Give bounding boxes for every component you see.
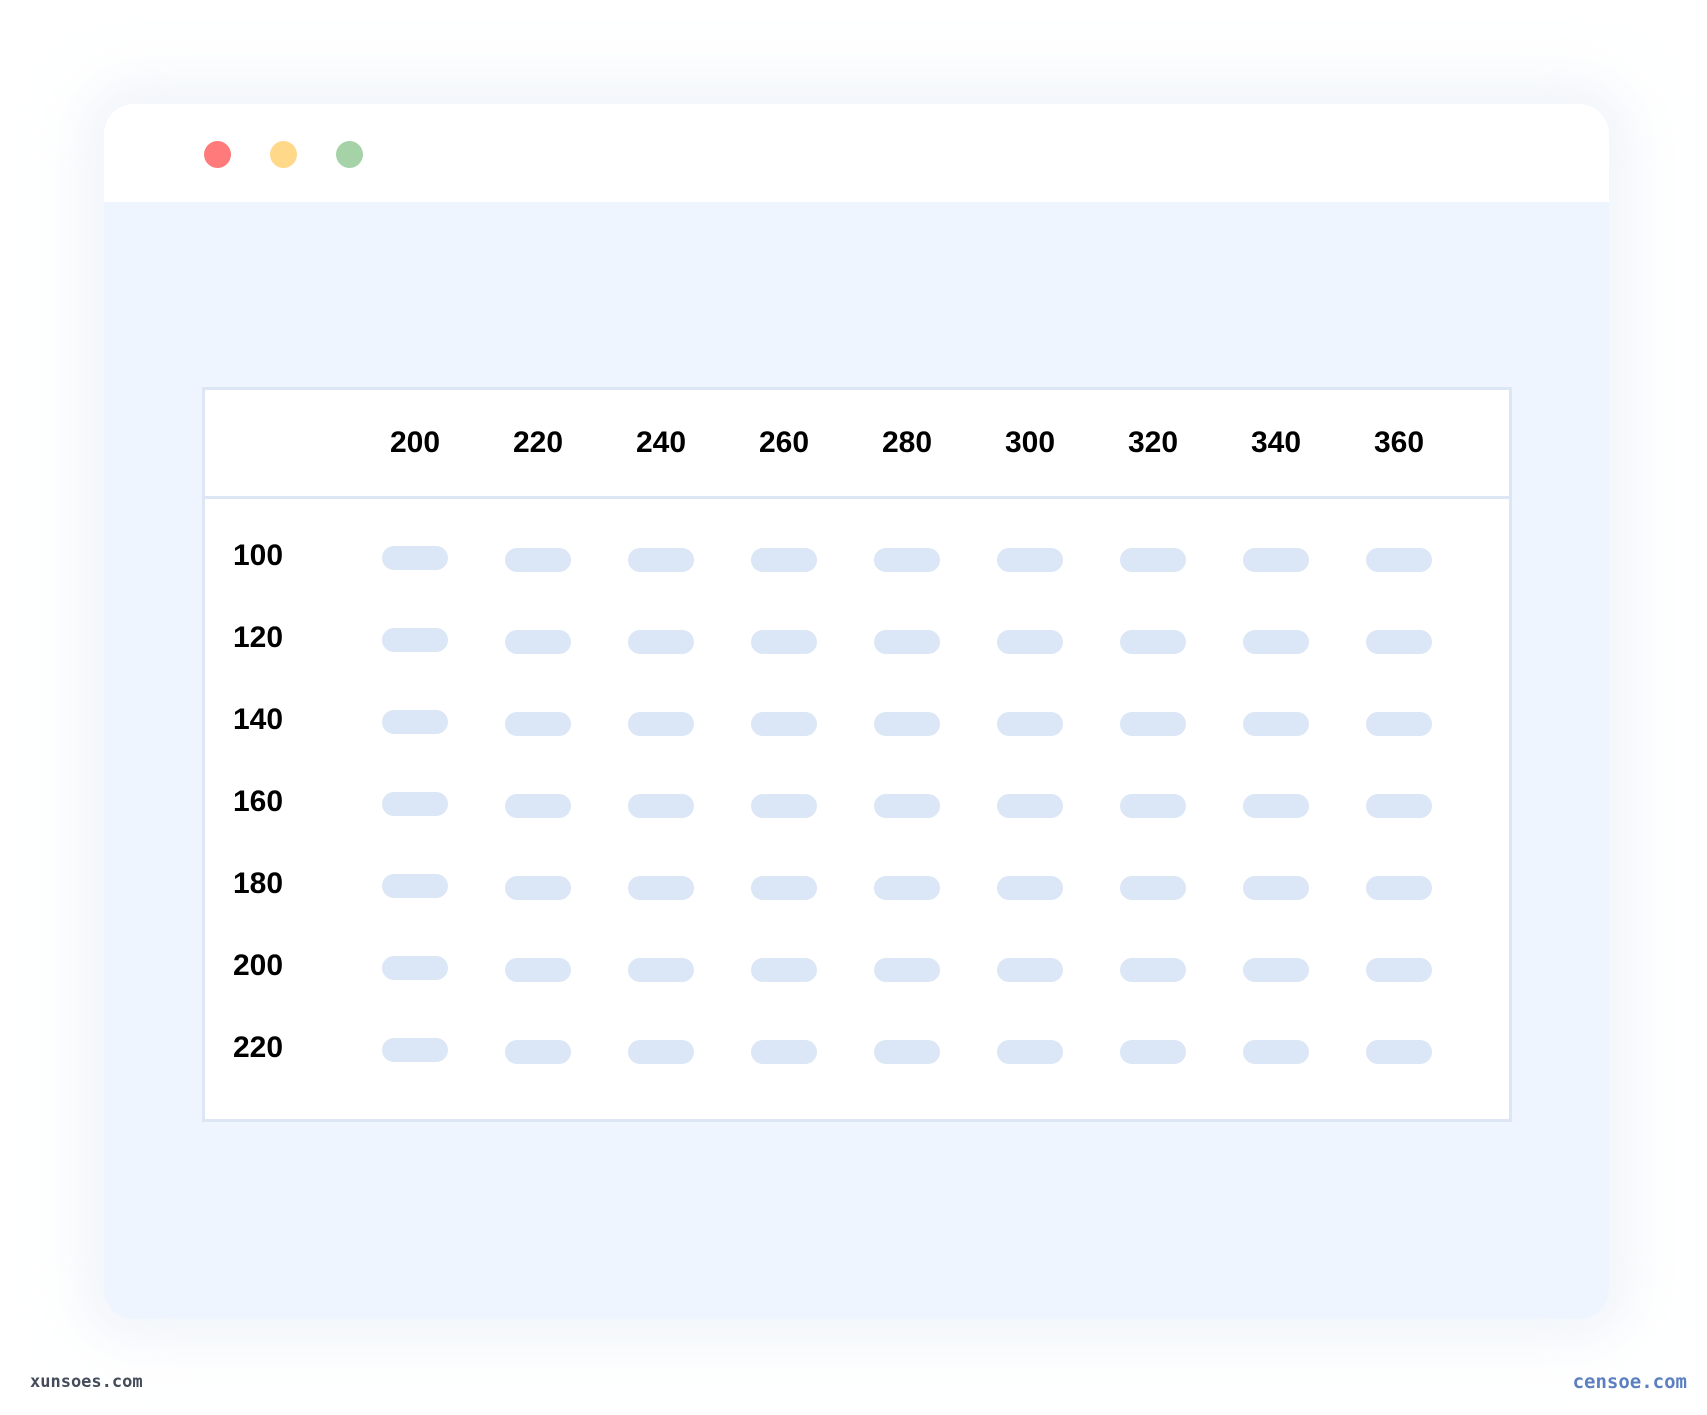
grid-cell-placeholder[interactable] (628, 1040, 694, 1064)
watermark-left: xunsoes.com (30, 1372, 143, 1392)
grid-cell-placeholder[interactable] (505, 958, 571, 982)
grid-cell-placeholder[interactable] (505, 712, 571, 736)
grid-cell-placeholder[interactable] (1243, 630, 1309, 654)
grid-cell-placeholder[interactable] (382, 710, 448, 734)
column-header: 300 (1004, 426, 1056, 459)
grid-cell-placeholder[interactable] (628, 712, 694, 736)
grid-cell-placeholder[interactable] (874, 548, 940, 572)
grid-cell-placeholder[interactable] (874, 876, 940, 900)
title-bar (104, 104, 1609, 202)
grid-cell-placeholder[interactable] (1243, 1040, 1309, 1064)
grid-cell-placeholder[interactable] (382, 546, 448, 570)
grid-cell-placeholder[interactable] (505, 876, 571, 900)
grid-cell-placeholder[interactable] (751, 630, 817, 654)
column-header: 320 (1127, 426, 1179, 459)
grid-cell-placeholder[interactable] (874, 712, 940, 736)
grid-cell-placeholder[interactable] (997, 958, 1063, 982)
row-header: 180 (233, 867, 284, 900)
grid-cell-placeholder[interactable] (1366, 630, 1432, 654)
grid-cell-placeholder[interactable] (874, 794, 940, 818)
grid-cell-placeholder[interactable] (628, 548, 694, 572)
grid-cell-placeholder[interactable] (505, 548, 571, 572)
table-header-row: 200 220 240 260 280 300 320 340 360 (205, 390, 1509, 499)
size-grid-table: 200 220 240 260 280 300 320 340 360 100 120 140 160… (202, 387, 1512, 1122)
grid-cell-placeholder[interactable] (1243, 876, 1309, 900)
grid-cell-placeholder[interactable] (997, 712, 1063, 736)
grid-cell-placeholder[interactable] (1243, 794, 1309, 818)
row-header: 200 (233, 949, 284, 982)
grid-cell-placeholder[interactable] (628, 794, 694, 818)
column-header: 340 (1250, 426, 1302, 459)
row-header: 220 (233, 1031, 284, 1064)
grid-cell-placeholder[interactable] (628, 630, 694, 654)
grid-cell-placeholder[interactable] (1120, 876, 1186, 900)
grid-cell-placeholder[interactable] (1120, 630, 1186, 654)
row-header: 100 (233, 539, 284, 572)
grid-cell-placeholder[interactable] (751, 794, 817, 818)
row-header: 160 (233, 785, 284, 818)
grid-cell-placeholder[interactable] (997, 1040, 1063, 1064)
grid-cell-placeholder[interactable] (751, 876, 817, 900)
grid-cell-placeholder[interactable] (1366, 712, 1432, 736)
grid-cell-placeholder[interactable] (997, 630, 1063, 654)
row-header: 120 (233, 621, 284, 654)
grid-cell-placeholder[interactable] (1366, 548, 1432, 572)
grid-cell-placeholder[interactable] (382, 874, 448, 898)
grid-cell-placeholder[interactable] (751, 548, 817, 572)
maximize-window-button[interactable] (336, 141, 363, 168)
grid-cell-placeholder[interactable] (874, 1040, 940, 1064)
grid-cell-placeholder[interactable] (1120, 1040, 1186, 1064)
grid-cell-placeholder[interactable] (382, 1038, 448, 1062)
grid-cell-placeholder[interactable] (751, 712, 817, 736)
page: 200 220 240 260 280 300 320 340 360 100 120 140 160… (0, 0, 1707, 1415)
grid-cell-placeholder[interactable] (1243, 958, 1309, 982)
grid-cell-placeholder[interactable] (1120, 958, 1186, 982)
grid-cell-placeholder[interactable] (1120, 548, 1186, 572)
grid-cell-placeholder[interactable] (1120, 794, 1186, 818)
column-header: 360 (1373, 426, 1425, 459)
grid-cell-placeholder[interactable] (1120, 712, 1186, 736)
grid-cell-placeholder[interactable] (997, 794, 1063, 818)
grid-cell-placeholder[interactable] (874, 630, 940, 654)
column-header: 220 (512, 426, 564, 459)
grid-cell-placeholder[interactable] (382, 792, 448, 816)
app-window: 200 220 240 260 280 300 320 340 360 100 120 140 160… (104, 104, 1609, 1319)
column-header: 200 (389, 426, 441, 459)
minimize-window-button[interactable] (270, 141, 297, 168)
grid-cell-placeholder[interactable] (382, 956, 448, 980)
column-header: 260 (758, 426, 810, 459)
grid-cell-placeholder[interactable] (751, 1040, 817, 1064)
row-header: 140 (233, 703, 284, 736)
grid-cell-placeholder[interactable] (997, 548, 1063, 572)
grid-cell-placeholder[interactable] (1366, 876, 1432, 900)
grid-cell-placeholder[interactable] (1243, 548, 1309, 572)
column-header: 240 (635, 426, 687, 459)
grid-cell-placeholder[interactable] (505, 1040, 571, 1064)
grid-cell-placeholder[interactable] (997, 876, 1063, 900)
grid-cell-placeholder[interactable] (1366, 1040, 1432, 1064)
grid-cell-placeholder[interactable] (505, 794, 571, 818)
grid-cell-placeholder[interactable] (1366, 794, 1432, 818)
grid-cell-placeholder[interactable] (505, 630, 571, 654)
watermark-right: censoe.com (1572, 1371, 1687, 1393)
grid-cell-placeholder[interactable] (1243, 712, 1309, 736)
close-window-button[interactable] (204, 141, 231, 168)
grid-cell-placeholder[interactable] (628, 958, 694, 982)
grid-cell-placeholder[interactable] (874, 958, 940, 982)
grid-cell-placeholder[interactable] (628, 876, 694, 900)
column-header: 280 (881, 426, 933, 459)
grid-cell-placeholder[interactable] (1366, 958, 1432, 982)
grid-cell-placeholder[interactable] (751, 958, 817, 982)
grid-cell-placeholder[interactable] (382, 628, 448, 652)
